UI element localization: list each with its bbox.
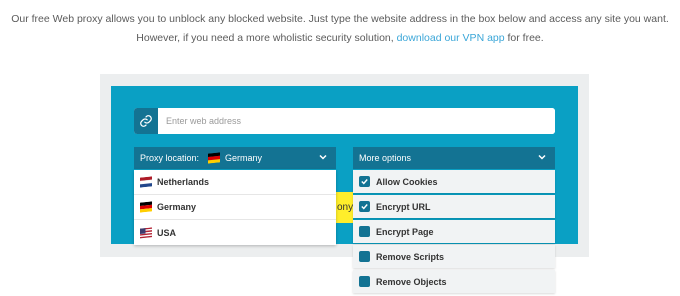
location-label: USA <box>157 227 177 238</box>
usa-flag-icon <box>140 226 152 239</box>
intro-body: Our free Web proxy allows you to unblock… <box>11 13 669 44</box>
more-options-label: More options <box>359 153 412 163</box>
location-option-usa[interactable]: USA <box>134 220 336 245</box>
germany-flag-icon <box>208 152 221 164</box>
proxy-location-value: Germany <box>225 153 263 163</box>
checkbox-unchecked-icon[interactable] <box>359 226 370 237</box>
option-label: Encrypt Page <box>376 226 434 237</box>
submit-button-label: ony <box>337 202 353 213</box>
chevron-down-icon <box>318 152 328 164</box>
checkbox-checked-icon[interactable] <box>359 201 370 212</box>
option-label: Encrypt URL <box>376 201 431 212</box>
option-encrypt-page[interactable]: Encrypt Page <box>353 220 555 243</box>
option-allow-cookies[interactable]: Allow Cookies <box>353 170 555 193</box>
more-options-select[interactable]: More options <box>353 147 555 169</box>
option-encrypt-url[interactable]: Encrypt URL <box>353 195 555 218</box>
option-label: Remove Objects <box>376 276 447 287</box>
intro-text: Our free Web proxy allows you to unblock… <box>10 10 670 48</box>
netherlands-flag-icon <box>140 176 152 188</box>
location-option-netherlands[interactable]: Netherlands <box>134 170 336 195</box>
proxy-location-label: Proxy location: <box>140 153 200 163</box>
checkbox-unchecked-icon[interactable] <box>359 276 370 287</box>
location-label: Netherlands <box>157 177 210 187</box>
option-remove-scripts[interactable]: Remove Scripts <box>353 245 555 268</box>
checkbox-checked-icon[interactable] <box>359 176 370 187</box>
intro-tail: for free. <box>504 32 544 44</box>
location-option-germany[interactable]: Germany <box>134 195 336 220</box>
proxy-location-select[interactable]: Proxy location: Germany <box>134 147 336 169</box>
chevron-down-icon <box>537 152 547 164</box>
checkbox-unchecked-icon[interactable] <box>359 251 370 262</box>
option-label: Remove Scripts <box>376 251 445 262</box>
url-input[interactable] <box>158 108 555 134</box>
anonymous-submit-button[interactable]: ony <box>336 192 353 223</box>
option-remove-objects[interactable]: Remove Objects <box>353 270 555 293</box>
germany-flag-icon <box>140 201 152 213</box>
location-label: Germany <box>157 202 197 212</box>
option-label: Allow Cookies <box>376 176 438 187</box>
url-bar <box>134 108 555 134</box>
download-vpn-link[interactable]: download our VPN app <box>397 32 505 44</box>
options-dropdown: Allow Cookies Encrypt URL Encrypt Page R… <box>353 170 555 295</box>
location-dropdown: Netherlands Germany USA <box>134 170 336 245</box>
link-icon[interactable] <box>134 108 158 134</box>
